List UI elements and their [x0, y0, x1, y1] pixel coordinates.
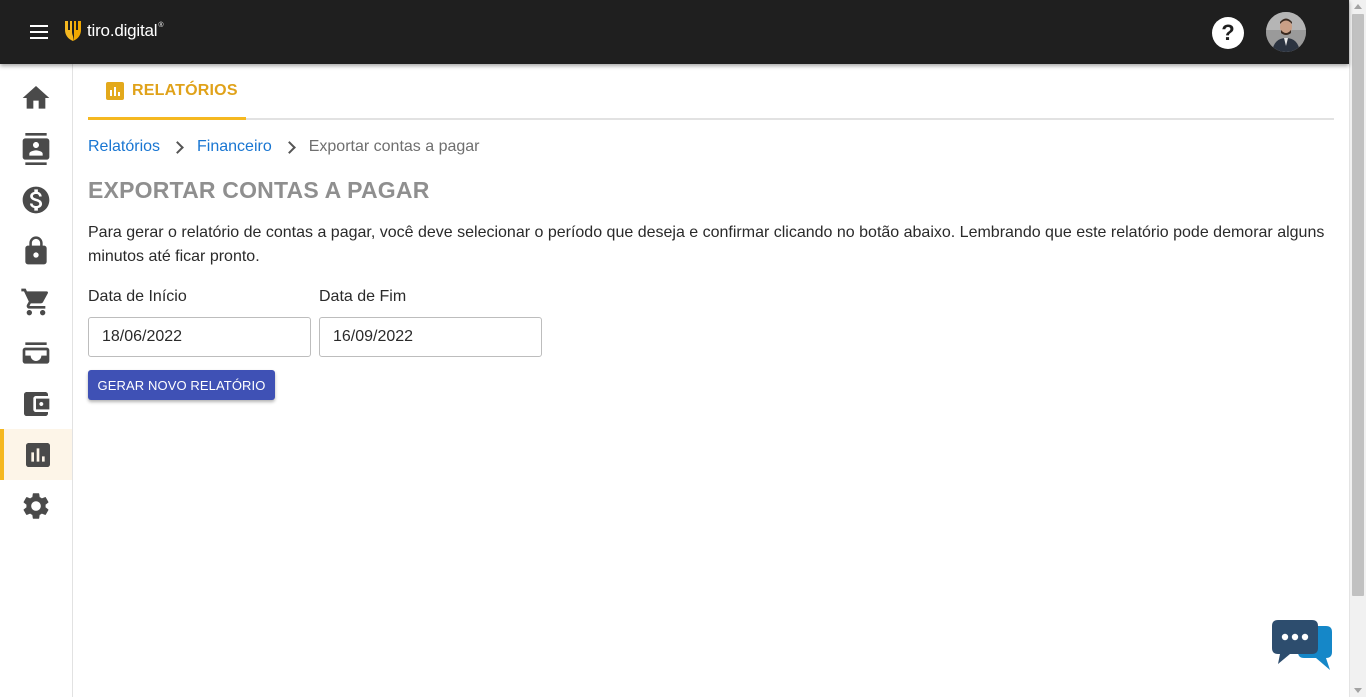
- sidebar-item-inbox[interactable]: [0, 327, 72, 378]
- cart-icon: [21, 288, 49, 315]
- chart-icon: [106, 81, 124, 100]
- scroll-up-arrow-icon[interactable]: [1354, 4, 1362, 9]
- sidebar-item-shop[interactable]: [0, 276, 72, 327]
- generate-report-button[interactable]: GERAR NOVO RELATÓRIO: [88, 370, 275, 400]
- chart-icon: [26, 442, 50, 467]
- hamburger-menu-icon[interactable]: [26, 20, 54, 44]
- logo[interactable]: tiro.digital ®: [63, 18, 164, 44]
- tab-reports[interactable]: RELATÓRIOS: [88, 64, 246, 120]
- inbox-icon: [22, 341, 50, 364]
- page-description: Para gerar o relatório de contas a pagar…: [88, 224, 1325, 265]
- scroll-down-arrow-icon[interactable]: [1354, 688, 1362, 693]
- end-date-input[interactable]: [319, 317, 542, 357]
- start-date-input[interactable]: [88, 317, 311, 357]
- help-icon[interactable]: ?: [1212, 17, 1244, 49]
- lock-icon: [25, 235, 47, 264]
- dollar-icon: [22, 186, 50, 213]
- chevron-right-icon: [282, 140, 296, 154]
- sidebar-item-contacts[interactable]: [0, 123, 72, 174]
- breadcrumb-current: Exportar contas a pagar: [308, 138, 480, 155]
- scrollbar-thumb[interactable]: [1352, 14, 1364, 596]
- top-app-bar: tiro.digital ® ?: [0, 0, 1349, 64]
- breadcrumb: Relatórios Financeiro Exportar contas a …: [88, 138, 480, 156]
- sidebar-item-reports[interactable]: [0, 429, 72, 480]
- end-date-field: Data de Fim: [319, 288, 542, 357]
- end-date-label: Data de Fim: [319, 288, 407, 305]
- avatar[interactable]: [1266, 12, 1306, 52]
- sidebar-item-settings[interactable]: [0, 480, 72, 531]
- page-title: EXPORTAR CONTAS A PAGAR: [88, 177, 430, 203]
- chevron-right-icon: [171, 140, 184, 154]
- sidebar-item-home[interactable]: [0, 72, 72, 123]
- logo-text: tiro.digital: [87, 21, 158, 40]
- home-icon: [22, 85, 50, 109]
- start-date-label: Data de Início: [88, 288, 187, 305]
- start-date-field: Data de Início: [88, 288, 311, 357]
- sidebar: [0, 64, 73, 697]
- gear-icon: [23, 492, 49, 519]
- page-scrollbar[interactable]: [1349, 0, 1366, 697]
- sidebar-item-security[interactable]: [0, 225, 72, 276]
- breadcrumb-financial-link[interactable]: Financeiro: [197, 138, 272, 156]
- breadcrumb-reports-link[interactable]: Relatórios: [88, 138, 160, 156]
- logo-registered-mark: ®: [158, 21, 164, 29]
- logo-shield-icon: [65, 21, 81, 41]
- tab-reports-label: RELATÓRIOS: [132, 81, 238, 99]
- tab-bar-divider: [88, 118, 1334, 120]
- contacts-icon: [22, 132, 50, 165]
- chat-support-icon[interactable]: [1270, 618, 1334, 674]
- sidebar-item-wallet[interactable]: [0, 378, 72, 429]
- wallet-icon: [24, 391, 50, 416]
- sidebar-item-financial[interactable]: [0, 174, 72, 225]
